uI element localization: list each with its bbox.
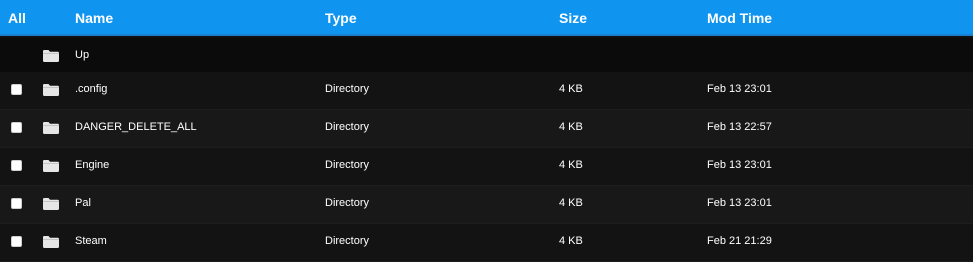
file-name[interactable]: Engine bbox=[75, 148, 109, 185]
file-name[interactable]: DANGER_DELETE_ALL bbox=[75, 110, 197, 147]
file-mod-time: Feb 13 23:01 bbox=[707, 159, 772, 171]
folder-icon bbox=[43, 198, 59, 210]
file-name[interactable]: Steam bbox=[75, 224, 107, 261]
table-header: All Name Type Size Mod Time bbox=[0, 0, 973, 36]
file-type: Directory bbox=[325, 235, 370, 247]
folder-icon bbox=[43, 84, 59, 96]
row-checkbox[interactable] bbox=[11, 236, 22, 247]
sort-by-size-button[interactable]: Size bbox=[559, 0, 587, 36]
file-type: Directory bbox=[325, 197, 370, 209]
sort-by-type-button[interactable]: Type bbox=[325, 0, 357, 36]
file-size: 4 KB bbox=[559, 235, 583, 247]
row-checkbox[interactable] bbox=[11, 84, 22, 95]
folder-icon bbox=[43, 160, 59, 172]
file-size: 4 KB bbox=[559, 83, 583, 95]
file-mod-time: Feb 13 23:01 bbox=[707, 197, 772, 209]
file-type: Directory bbox=[325, 159, 370, 171]
folder-icon bbox=[43, 122, 59, 134]
up-label: Up bbox=[75, 49, 90, 61]
select-all-button[interactable]: All bbox=[8, 0, 26, 36]
table-row[interactable]: DANGER_DELETE_ALL Directory 4 KB Feb 13 … bbox=[0, 110, 973, 148]
sort-by-name-button[interactable]: Name bbox=[75, 0, 113, 36]
up-row[interactable]: Up bbox=[0, 38, 973, 76]
row-checkbox[interactable] bbox=[11, 198, 22, 209]
table-row[interactable]: Engine Directory 4 KB Feb 13 23:01 bbox=[0, 148, 973, 186]
folder-icon bbox=[43, 50, 59, 62]
file-size: 4 KB bbox=[559, 159, 583, 171]
table-row[interactable]: Pal Directory 4 KB Feb 13 23:01 bbox=[0, 186, 973, 224]
file-type: Directory bbox=[325, 121, 370, 133]
file-name[interactable]: .config bbox=[75, 72, 107, 109]
file-type: Directory bbox=[325, 83, 370, 95]
file-mod-time: Feb 13 22:57 bbox=[707, 121, 772, 133]
file-size: 4 KB bbox=[559, 121, 583, 133]
file-name[interactable]: Pal bbox=[75, 186, 91, 223]
table-row[interactable]: .config Directory 4 KB Feb 13 23:01 bbox=[0, 72, 973, 110]
row-checkbox[interactable] bbox=[11, 160, 22, 171]
file-size: 4 KB bbox=[559, 197, 583, 209]
file-mod-time: Feb 21 21:29 bbox=[707, 235, 772, 247]
file-mod-time: Feb 13 23:01 bbox=[707, 83, 772, 95]
table-row[interactable]: Steam Directory 4 KB Feb 21 21:29 bbox=[0, 224, 973, 262]
file-table: All Name Type Size Mod Time Up .config D… bbox=[0, 0, 973, 262]
sort-by-mod-time-button[interactable]: Mod Time bbox=[707, 0, 772, 36]
folder-icon bbox=[43, 236, 59, 248]
row-checkbox[interactable] bbox=[11, 122, 22, 133]
